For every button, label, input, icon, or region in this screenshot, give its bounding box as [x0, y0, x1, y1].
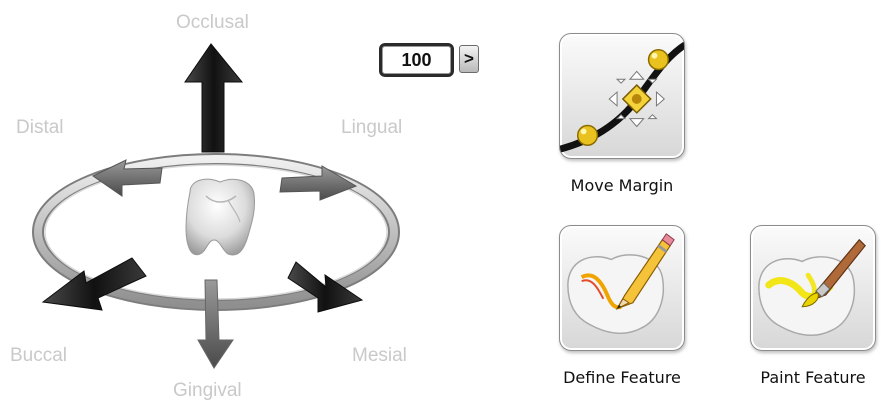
paint-feature-label: Paint Feature — [760, 368, 866, 387]
distal-label: Distal — [16, 117, 64, 138]
move-margin-button[interactable] — [559, 33, 685, 159]
tooth-brush-icon — [758, 238, 866, 336]
move-margin-label: Move Margin — [570, 176, 674, 195]
step-value-field[interactable]: 100 — [379, 43, 454, 77]
occlusal-arrow[interactable] — [184, 43, 244, 153]
chevron-right-icon: > — [464, 49, 474, 68]
tooth-model — [185, 178, 255, 256]
lingual-label: Lingual — [341, 117, 403, 138]
tooth-pencil-icon — [567, 233, 675, 334]
margin-curve-move-icon — [560, 41, 684, 153]
step-value-text: 100 — [401, 49, 432, 70]
mesial-label: Mesial — [352, 345, 407, 366]
mesial-arrow[interactable] — [287, 261, 364, 313]
buccal-label: Buccal — [10, 345, 68, 366]
step-next-button[interactable]: > — [459, 45, 479, 73]
occlusal-label: Occlusal — [176, 12, 249, 33]
paint-feature-button[interactable] — [750, 225, 876, 351]
gingival-arrow[interactable] — [197, 279, 234, 369]
define-feature-button[interactable] — [559, 225, 685, 351]
gingival-label: Gingival — [173, 380, 242, 401]
define-feature-label: Define Feature — [563, 368, 681, 387]
